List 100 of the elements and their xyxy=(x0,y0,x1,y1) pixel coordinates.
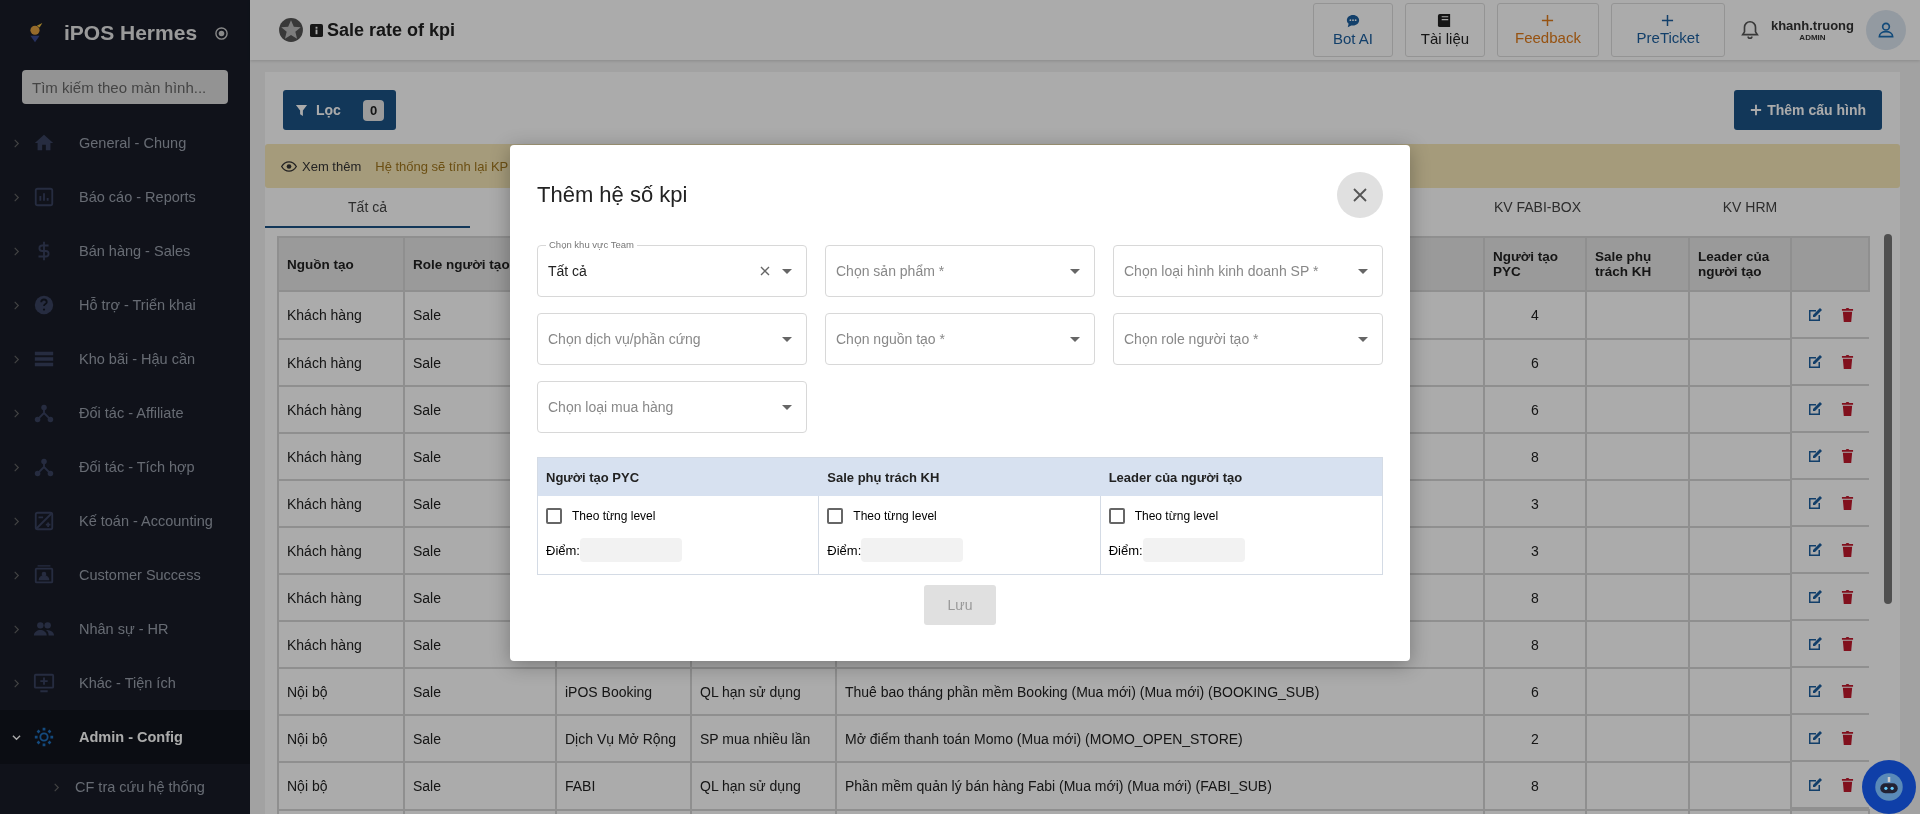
chevron-right-icon xyxy=(12,192,21,202)
select-field[interactable]: Chọn nguồn tạo * xyxy=(825,313,1095,365)
trash-icon[interactable] xyxy=(1841,589,1854,604)
sidebar-item[interactable]: Khác - Tiện ích xyxy=(0,656,250,710)
edit-icon[interactable] xyxy=(1807,541,1823,558)
dropdown-caret-icon xyxy=(782,268,792,274)
select-field[interactable]: Chọn role người tạo * xyxy=(1113,313,1383,365)
gear-icon xyxy=(33,726,55,748)
clear-icon[interactable] xyxy=(760,266,770,276)
checkbox[interactable] xyxy=(1108,508,1125,524)
table-cell: 8 xyxy=(1484,574,1586,621)
add-config-button[interactable]: Thêm cấu hình xyxy=(1734,90,1882,130)
table-cell: Khách hàng xyxy=(278,339,404,386)
network-icon xyxy=(33,402,55,424)
sidebar-subitem[interactable]: CF tra cứu hệ thống xyxy=(0,764,250,810)
table-cell: Nội bộ xyxy=(278,715,404,762)
sidebar-item[interactable]: Kế toán - Accounting xyxy=(0,494,250,548)
table-cell: Sale xyxy=(404,668,556,715)
avatar[interactable] xyxy=(1866,10,1906,50)
sidebar-item[interactable]: Customer Success xyxy=(0,548,250,602)
filter-button[interactable]: Lọc 0 xyxy=(283,90,397,130)
sidebar-item[interactable]: Hỗ trợ - Triển khai xyxy=(0,278,250,332)
user-role: ADMIN xyxy=(1799,33,1826,42)
table-cell: Mở điểm thanh toán Momo (Mua mới) (MOMO_OPEN_STORE) xyxy=(836,715,1484,762)
sidebar-item[interactable]: Bán hàng - Sales xyxy=(0,224,250,278)
select-field[interactable]: Chọn loại mua hàng xyxy=(537,381,807,433)
trash-icon[interactable] xyxy=(1841,683,1854,698)
checkbox-label: Theo từng level xyxy=(1134,509,1219,523)
trash-icon[interactable] xyxy=(1841,495,1854,510)
trash-icon[interactable] xyxy=(1841,354,1854,369)
checkbox[interactable] xyxy=(546,508,562,524)
search-field[interactable]: Tìm kiếm theo màn hình... xyxy=(22,70,228,104)
column-header: Sale phụ trách KH xyxy=(1586,237,1689,291)
bar-chart-icon xyxy=(33,186,55,208)
info-icon xyxy=(310,23,323,37)
sidebar-item[interactable]: Đối tác - Affiliate xyxy=(0,386,250,440)
edit-icon[interactable] xyxy=(1807,588,1823,605)
checkbox[interactable] xyxy=(827,508,844,524)
edit-icon[interactable] xyxy=(1807,400,1823,417)
radio-icon[interactable] xyxy=(215,26,228,40)
table-cell: 6 xyxy=(1484,339,1586,386)
column-header: Người tạo PYC xyxy=(1484,237,1586,291)
table-cell: 8 xyxy=(1484,621,1586,668)
edit-icon[interactable] xyxy=(1807,494,1823,511)
user-name: khanh.truong xyxy=(1770,18,1854,33)
app-name: iPOS Hermes xyxy=(64,21,199,45)
edit-icon[interactable] xyxy=(1807,635,1823,652)
tab[interactable]: KV FABI-BOX xyxy=(1435,188,1640,228)
trash-icon[interactable] xyxy=(1841,307,1854,322)
sidebar-item[interactable]: Báo cáo - Reports xyxy=(0,170,250,224)
toolbar-button[interactable]: Bot AI xyxy=(1312,3,1393,57)
tab[interactable]: Tất cả xyxy=(265,188,470,228)
chevron-right-icon xyxy=(12,570,21,580)
help-icon xyxy=(33,294,55,316)
sidebar-item[interactable]: General - Chung xyxy=(0,116,250,170)
table-cell: Khách hàng xyxy=(278,480,404,527)
page-title: Sale rate of kpi xyxy=(327,19,456,41)
scrollbar[interactable] xyxy=(1884,234,1892,604)
trash-icon[interactable] xyxy=(1841,730,1854,745)
select-field[interactable]: Chọn loại hình kinh doanh SP * xyxy=(1113,245,1383,297)
see-more-link[interactable]: Xem thêm xyxy=(281,158,362,174)
edit-icon[interactable] xyxy=(1807,729,1823,746)
select-field[interactable]: Chọn sản phẩm * xyxy=(825,245,1095,297)
plus-icon xyxy=(1661,14,1675,27)
trash-icon[interactable] xyxy=(1841,636,1854,651)
notice-text: Hệ thống sẽ tính lại KP xyxy=(375,158,509,174)
toolbar-button[interactable]: Tài liệu xyxy=(1404,3,1485,57)
table-cell: 6 xyxy=(1484,386,1586,433)
edit-icon[interactable] xyxy=(1807,306,1823,323)
edit-icon[interactable] xyxy=(1807,353,1823,370)
checkbox-label: Theo từng level xyxy=(572,509,656,523)
table-cell: 8 xyxy=(1484,433,1586,480)
table-cell: Thuê bao tháng phần mềm Booking (Mua mới) (Mua mới) (BOOKING_SUB) xyxy=(836,668,1484,715)
column-header: Nguồn tạo xyxy=(278,237,404,291)
chevron-right-icon xyxy=(12,516,21,526)
table-cell: Khách hàng xyxy=(278,621,404,668)
edit-icon[interactable] xyxy=(1807,447,1823,464)
dropdown-caret-icon xyxy=(1070,336,1080,342)
trash-icon[interactable] xyxy=(1841,448,1854,463)
edit-icon[interactable] xyxy=(1807,776,1823,793)
sidebar-item[interactable]: Admin - Config xyxy=(0,710,250,764)
score-column-header: Người tạo PYC xyxy=(538,458,820,496)
chevron-right-icon xyxy=(12,462,21,472)
tab[interactable]: KV HRM xyxy=(1640,188,1860,228)
edit-icon[interactable] xyxy=(1807,682,1823,699)
chevron-right-icon xyxy=(12,624,21,634)
toolbar-button[interactable]: PreTicket xyxy=(1610,3,1725,57)
trash-icon[interactable] xyxy=(1841,401,1854,416)
toolbar-button[interactable]: Feedback xyxy=(1496,3,1599,57)
sidebar-item[interactable]: Đối tác - Tích hợp xyxy=(0,440,250,494)
table-cell: Dịch Vụ Mở Rộng xyxy=(556,715,691,762)
chevron-right-icon xyxy=(12,354,21,364)
trash-icon[interactable] xyxy=(1841,542,1854,557)
chevron-right-icon xyxy=(12,300,21,310)
close-button[interactable] xyxy=(1337,172,1383,218)
trash-icon[interactable] xyxy=(1841,777,1854,792)
table-cell: Khách hàng xyxy=(278,433,404,480)
table-cell: Khách hàng xyxy=(278,527,404,574)
sidebar-item[interactable]: Nhân sự - HR xyxy=(0,602,250,656)
sidebar-item[interactable]: Kho bãi - Hậu cần xyxy=(0,332,250,386)
